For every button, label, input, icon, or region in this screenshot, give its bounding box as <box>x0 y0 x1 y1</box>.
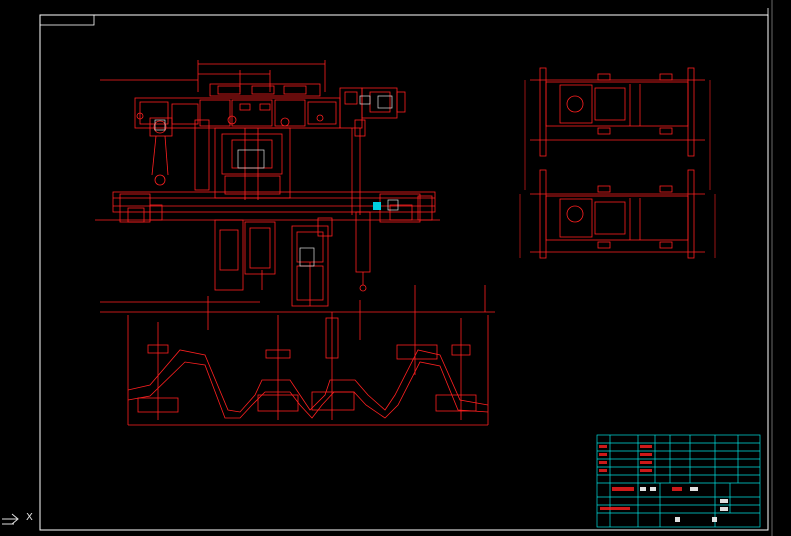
front-view-machine <box>95 60 440 307</box>
side-view-lower <box>530 169 705 259</box>
cad-canvas[interactable]: X <box>0 0 791 536</box>
cyan-marker <box>373 202 381 210</box>
title-block-fill <box>599 445 682 510</box>
ucs-icon <box>2 513 19 525</box>
ucs-x-label: X <box>26 512 33 523</box>
title-block <box>596 434 761 528</box>
sheet-corner-tag <box>39 14 95 26</box>
side-view-upper <box>530 67 705 157</box>
cad-drawing[interactable] <box>0 0 791 536</box>
front-view-accents <box>154 95 399 267</box>
side-view-dims <box>519 80 716 258</box>
